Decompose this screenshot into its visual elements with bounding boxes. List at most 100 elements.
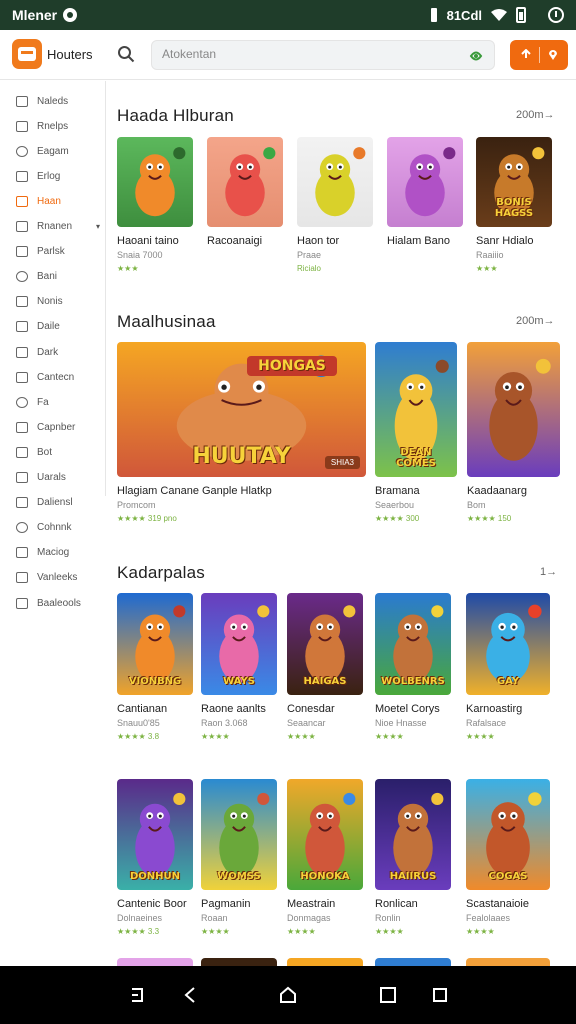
back-icon[interactable]: [178, 983, 202, 1007]
sidebar-item[interactable]: Bani: [0, 265, 106, 289]
search-input[interactable]: [162, 47, 462, 61]
game-thumbnail: WOLBENRS: [375, 593, 451, 695]
game-thumbnail-partial[interactable]: [287, 958, 363, 966]
game-thumbnail-partial[interactable]: [375, 958, 451, 966]
grid-icon: [16, 296, 28, 308]
section-more-link[interactable]: 200m→: [516, 109, 555, 121]
game-card[interactable]: Haon tor Praae Ricialo: [297, 137, 373, 273]
sidebar-item[interactable]: Erlog: [0, 164, 106, 188]
moon-icon: [16, 346, 28, 358]
game-card[interactable]: DEAN COMES Bramana Seaerbou ★★★★ 300: [375, 342, 457, 523]
game-card[interactable]: Haoani taino Snaia 7000 ★★★: [117, 137, 193, 273]
game-title: Bramana: [375, 485, 420, 497]
game-card[interactable]: COGAS Scastanaioie Fealolaaes ★★★★: [466, 779, 550, 936]
game-thumbnail: COGAS: [466, 779, 550, 890]
game-thumbnail: [387, 137, 463, 227]
game-card[interactable]: WOLBENRS Moetel Corys Nioe Hnasse ★★★★: [375, 593, 451, 741]
search-field[interactable]: [151, 40, 495, 70]
game-title: Hialam Bano: [387, 235, 450, 247]
section-title: Kadarpalas: [117, 563, 206, 582]
game-card[interactable]: Kaadaanarg Bom ★★★★ 150: [467, 342, 560, 523]
sidebar-item[interactable]: Cantecn: [0, 365, 106, 389]
game-card[interactable]: Racoanaigi: [207, 137, 283, 271]
top-header: Houters: [0, 30, 576, 80]
section-title: Maalhusinaa: [117, 312, 216, 331]
sidebar-item[interactable]: Capnber: [0, 415, 106, 439]
gamepad-icon: [16, 145, 28, 157]
stack-icon: [16, 271, 28, 283]
sidebar-item[interactable]: Parlsk: [0, 240, 106, 264]
game-card[interactable]: VIONBNG Cantianan Snauu0'85 ★★★★ 3.8: [117, 593, 193, 741]
game-thumbnail-partial[interactable]: [201, 958, 277, 966]
game-card[interactable]: DONHUN Cantenic Boor Dolnaeines ★★★★ 3.3: [117, 779, 193, 936]
search-icon[interactable]: [117, 45, 135, 63]
header-action-button[interactable]: [510, 40, 568, 70]
game-rating: ★★★★: [201, 927, 230, 936]
sidebar-item-label: Haan: [37, 195, 61, 207]
game-title: Haoani taino: [117, 235, 179, 247]
sidebar-item[interactable]: Rnelps: [0, 114, 106, 138]
sidebar-item[interactable]: Dark: [0, 340, 106, 364]
bird-icon: [16, 396, 28, 408]
sidebar-item[interactable]: Baaleools: [0, 591, 106, 615]
game-publisher: Praae: [297, 250, 322, 260]
sidebar-item-label: Parlsk: [37, 246, 65, 258]
clock-icon: [548, 7, 564, 23]
sidebar-item[interactable]: Eagam: [0, 139, 106, 163]
game-artwork-icon: [297, 137, 373, 227]
game-artwork-icon: [387, 137, 463, 227]
section-more-link[interactable]: 200m→: [516, 315, 555, 327]
sidebar-item[interactable]: Naleds: [0, 89, 106, 113]
sidebar-item[interactable]: Haan: [0, 189, 106, 213]
game-card[interactable]: HAIIRUS Ronlican Ronlin ★★★★: [375, 779, 451, 936]
game-card[interactable]: BONIS HAGSS Sanr Hdialo Raaiiio ★★★: [476, 137, 552, 273]
sidebar-item[interactable]: Cohnnk: [0, 516, 106, 540]
game-thumbnail-partial[interactable]: [117, 958, 193, 966]
game-card[interactable]: WOMSS Pagmanin Roaan ★★★★: [201, 779, 277, 936]
calendar-icon: [16, 321, 28, 333]
game-publisher: Seaerbou: [375, 500, 415, 510]
sidebar-item[interactable]: Rnanen ▾: [0, 215, 106, 239]
app-logo[interactable]: [12, 39, 42, 69]
sidebar-item[interactable]: Maciog: [0, 541, 106, 565]
status-time: 81Cdl: [446, 7, 482, 23]
game-title: Meastrain: [287, 898, 336, 910]
game-title: Raone aanlts: [201, 703, 266, 715]
sidebar-item[interactable]: Fa: [0, 390, 106, 414]
game-title: Haon tor: [297, 235, 340, 247]
sidebar-item[interactable]: Uarals: [0, 466, 106, 490]
sidebar-item[interactable]: Bot: [0, 440, 106, 464]
game-artwork-icon: [207, 137, 283, 227]
game-publisher: Raon 3.068: [201, 718, 248, 728]
game-thumbnail: [207, 137, 283, 227]
game-card[interactable]: HAIGAS Conesdar Seaancar ★★★★: [287, 593, 363, 741]
overview-icon[interactable]: [376, 983, 400, 1007]
game-card[interactable]: Hialam Bano: [387, 137, 463, 271]
app-root: Mlener 81Cdl Houters Naleds Rnelps Eagam Er…: [0, 0, 576, 1024]
sidebar-item[interactable]: Nonis: [0, 290, 106, 314]
folder-icon: [16, 421, 28, 433]
artwork-title: GAY: [496, 676, 520, 687]
game-thumbnail: [117, 137, 193, 227]
sidebar-item[interactable]: Daile: [0, 315, 106, 339]
sidebar-item-label: Baaleools: [37, 597, 81, 609]
voice-search-icon[interactable]: [468, 48, 484, 64]
game-card[interactable]: GAY Karnoastirg Rafalsace ★★★★: [466, 593, 550, 741]
game-thumbnail-partial[interactable]: [466, 958, 550, 966]
game-card[interactable]: WAYS Raone aanlts Raon 3.068 ★★★★: [201, 593, 277, 741]
artwork-title: DEAN COMES: [396, 447, 436, 469]
game-title: Racoanaigi: [207, 235, 263, 247]
game-card[interactable]: HONOKA Meastrain Donmagas ★★★★: [287, 779, 363, 936]
chevron-down-icon[interactable]: ▾: [96, 222, 100, 231]
game-thumbnail: VIONBNG: [117, 593, 193, 695]
game-card[interactable]: HUUTAY HONGAS SHIA3 Hlagiam Canane Ganple H…: [117, 342, 366, 523]
sidebar-item-label: Erlog: [37, 170, 61, 182]
artwork-title: WAYS: [223, 676, 255, 687]
sidebar-item[interactable]: Daliensl: [0, 491, 106, 515]
sidebar-item[interactable]: Vanleeks: [0, 566, 106, 590]
square-icon[interactable]: [428, 983, 452, 1007]
section-more-link[interactable]: 1→: [540, 566, 557, 578]
artwork-badge: SHIA3: [324, 456, 360, 469]
recents-back-icon[interactable]: [126, 983, 150, 1007]
home-icon[interactable]: [276, 983, 300, 1007]
